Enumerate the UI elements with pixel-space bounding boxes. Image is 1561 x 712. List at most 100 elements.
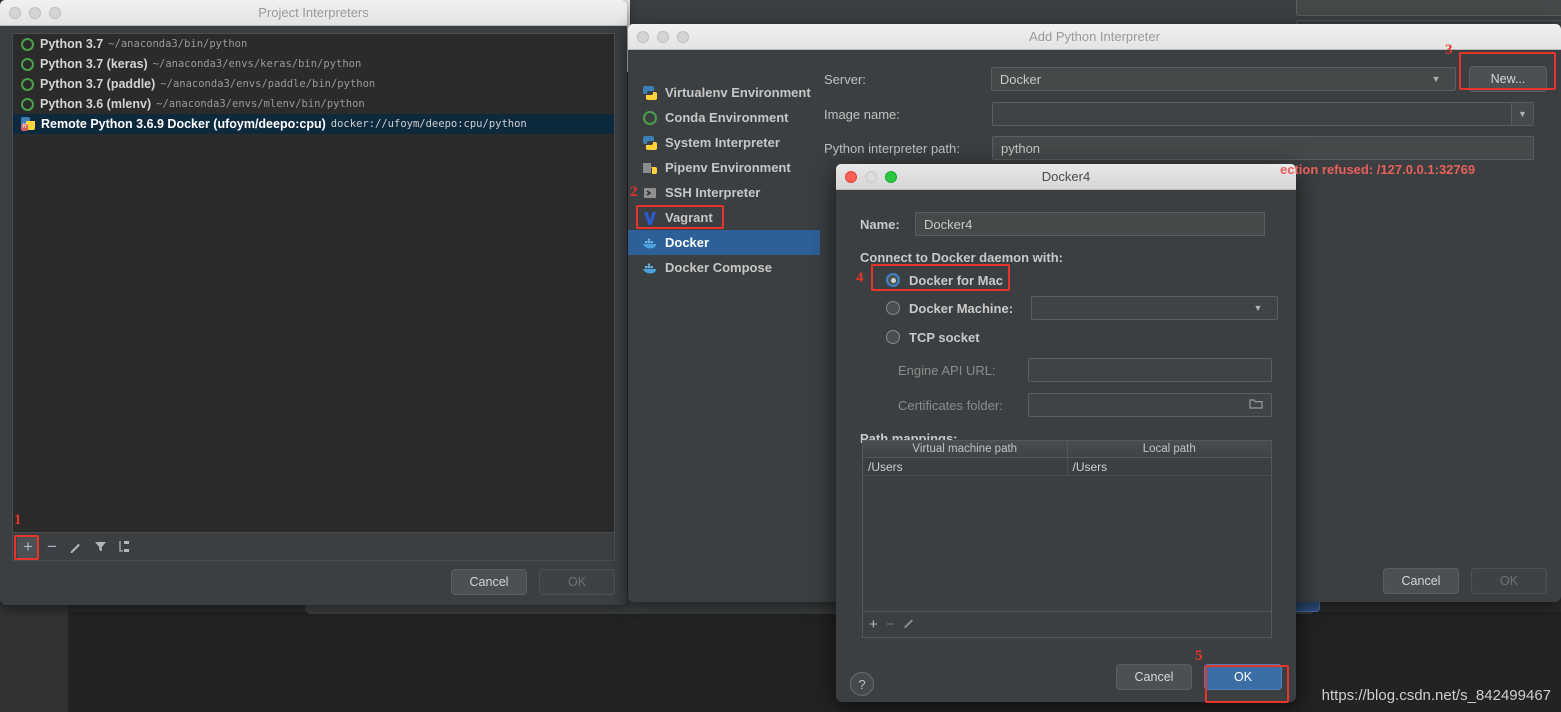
background-text-field <box>1296 0 1561 16</box>
ok-button[interactable]: OK <box>539 569 615 595</box>
project-interpreters-window: Project Interpreters Python 3.7 ~/anacon… <box>0 0 627 605</box>
cancel-button[interactable]: Cancel <box>1116 664 1192 690</box>
interpreter-name: Python 3.7 <box>40 37 104 51</box>
close-icon[interactable] <box>637 30 649 43</box>
edit-interpreter-button[interactable] <box>65 536 87 558</box>
interpreter-name: Python 3.7 (keras) <box>40 57 148 71</box>
add-interpreter-button[interactable]: + <box>17 535 39 558</box>
server-label: Server: <box>824 71 866 87</box>
sidebar-item-label: SSH Interpreter <box>665 185 761 200</box>
minimize-icon[interactable] <box>29 6 41 19</box>
connect-daemon-label: Connect to Docker daemon with: <box>860 250 1063 265</box>
minimize-icon[interactable] <box>865 170 877 183</box>
sidebar-item-ssh-interpreter[interactable]: SSH Interpreter <box>628 180 820 205</box>
table-row[interactable]: /Users /Users <box>863 458 1271 476</box>
window-traffic-lights[interactable] <box>836 170 897 183</box>
annotation-number-5: 5 <box>1195 648 1203 664</box>
sidebar-item-docker[interactable]: Docker <box>628 230 820 255</box>
docker-compose-icon <box>642 260 658 276</box>
edit-mapping-button[interactable] <box>903 616 916 633</box>
connection-error-text: ection refused: /127.0.0.1:32769 <box>1280 162 1476 177</box>
add-mapping-button[interactable]: + <box>869 616 878 633</box>
sidebar-item-virtualenv[interactable]: Virtualenv Environment <box>628 80 820 105</box>
watermark-url: https://blog.csdn.net/s_842499467 <box>1321 687 1551 704</box>
certificates-input[interactable] <box>1028 393 1272 417</box>
maximize-icon[interactable] <box>49 6 61 19</box>
cancel-button[interactable]: Cancel <box>451 569 527 595</box>
radio-label: TCP socket <box>909 329 980 345</box>
screen-root: Project Interpreters Python 3.7 ~/anacon… <box>0 0 1561 712</box>
list-item[interactable]: Python 3.7 (keras) ~/anaconda3/envs/kera… <box>13 54 614 74</box>
sidebar-item-label: Docker <box>665 235 710 250</box>
conda-circle-icon <box>21 77 34 91</box>
radio-unselected-icon <box>886 301 900 315</box>
ok-button[interactable]: OK <box>1204 664 1282 690</box>
add-python-interpreter-footer: Cancel OK <box>1383 568 1547 594</box>
interpreter-path: docker://ufoym/deepo:cpu/python <box>330 118 527 130</box>
interpreters-list[interactable]: Python 3.7 ~/anaconda3/bin/python Python… <box>12 33 615 533</box>
docker4-titlebar: Docker4 <box>836 164 1296 190</box>
minimize-icon[interactable] <box>657 30 669 43</box>
remove-interpreter-button[interactable]: − <box>41 536 63 558</box>
image-name-label: Image name: <box>824 106 900 122</box>
sidebar-item-label: Vagrant <box>665 210 713 225</box>
help-button[interactable]: ? <box>850 672 874 696</box>
maximize-icon[interactable] <box>885 170 897 183</box>
cancel-button[interactable]: Cancel <box>1383 568 1459 594</box>
image-name-select[interactable]: ▼ <box>992 102 1534 126</box>
list-item-selected[interactable]: R Remote Python 3.6.9 Docker (ufoym/deep… <box>13 114 614 134</box>
interpreter-path-input[interactable]: python <box>992 136 1534 160</box>
cell-vm-path: /Users <box>863 458 1068 475</box>
interpreter-path: ~/anaconda3/envs/paddle/bin/python <box>160 78 376 90</box>
sidebar-item-conda[interactable]: Conda Environment <box>628 105 820 130</box>
sidebar-item-docker-compose[interactable]: Docker Compose <box>628 255 820 280</box>
close-icon[interactable] <box>845 170 857 183</box>
path-mappings-table[interactable]: Virtual machine path Local path /Users /… <box>862 440 1272 612</box>
filter-interpreters-button[interactable] <box>89 536 111 558</box>
interpreter-path: ~/anaconda3/envs/keras/bin/python <box>152 58 362 70</box>
sidebar-item-vagrant[interactable]: Vagrant <box>628 205 820 230</box>
interpreter-path-value: python <box>1001 140 1041 156</box>
engine-api-input[interactable] <box>1028 358 1272 382</box>
conda-circle-icon <box>642 110 658 126</box>
radio-tcp-socket[interactable]: TCP socket <box>886 326 1296 348</box>
interpreter-name: Python 3.6 (mlenv) <box>40 97 152 111</box>
docker-machine-select[interactable]: ▼ <box>1031 296 1278 320</box>
list-item[interactable]: Python 3.6 (mlenv) ~/anaconda3/envs/mlen… <box>13 94 614 114</box>
list-item[interactable]: Python 3.7 ~/anaconda3/bin/python <box>13 34 614 54</box>
ok-button[interactable]: OK <box>1471 568 1547 594</box>
radio-docker-machine[interactable]: Docker Machine: ▼ <box>886 296 1296 320</box>
conda-circle-icon <box>21 37 34 51</box>
list-item[interactable]: Python 3.7 (paddle) ~/anaconda3/envs/pad… <box>13 74 614 94</box>
sidebar-item-label: Virtualenv Environment <box>665 85 811 100</box>
name-input[interactable]: Docker4 <box>915 212 1265 236</box>
close-icon[interactable] <box>9 6 21 19</box>
show-paths-button[interactable] <box>113 536 135 558</box>
sidebar-item-system-interpreter[interactable]: System Interpreter <box>628 130 820 155</box>
maximize-icon[interactable] <box>677 30 689 43</box>
image-name-row: Image name: ▼ <box>824 102 1547 126</box>
new-server-button[interactable]: New... <box>1469 66 1547 92</box>
radio-docker-for-mac[interactable]: Docker for Mac <box>886 269 1296 291</box>
server-select[interactable]: Docker ▼ <box>990 67 1456 91</box>
certificates-label: Certificates folder: <box>898 397 1003 413</box>
window-traffic-lights[interactable] <box>0 6 61 19</box>
sidebar-item-pipenv[interactable]: Pipenv Environment <box>628 155 820 180</box>
background-top-row <box>620 0 1561 42</box>
environment-type-list[interactable]: Virtualenv Environment Conda Environment… <box>628 50 820 602</box>
chevron-down-icon[interactable]: ▼ <box>1511 103 1533 125</box>
project-interpreters-title: Project Interpreters <box>258 5 369 20</box>
certificates-row: Certificates folder: <box>898 393 1296 417</box>
annotation-number-3: 3 <box>1445 42 1453 58</box>
interpreter-path-row: Python interpreter path: python <box>824 136 1547 160</box>
sidebar-item-label: Docker Compose <box>665 260 772 275</box>
folder-icon[interactable] <box>1249 398 1263 413</box>
terminal-icon <box>642 185 658 201</box>
column-header-local-path: Local path <box>1142 443 1196 455</box>
remove-mapping-button[interactable]: − <box>886 616 895 633</box>
interpreter-path: ~/anaconda3/envs/mlenv/bin/python <box>156 98 365 110</box>
interpreters-toolbar: + − <box>12 533 615 561</box>
docker4-dialog: Docker4 Name: Docker4 Connect to Docker … <box>836 164 1296 702</box>
path-mappings-header: Virtual machine path Local path <box>863 441 1271 458</box>
window-traffic-lights[interactable] <box>628 30 689 43</box>
